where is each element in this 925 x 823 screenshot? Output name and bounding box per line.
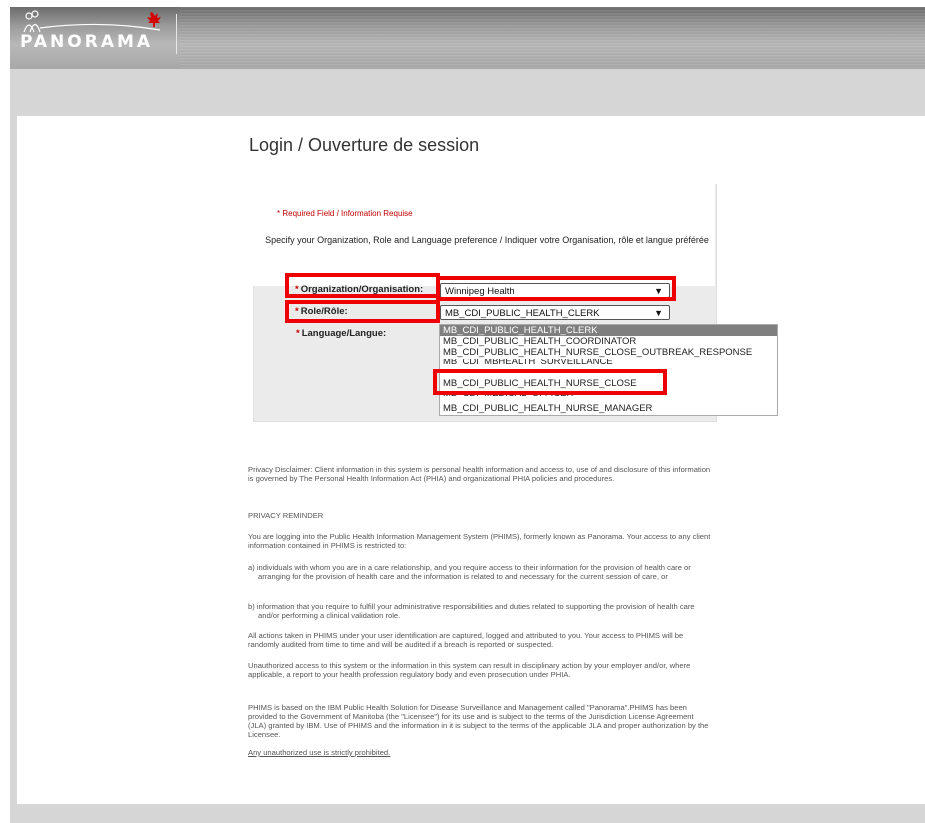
role-select-value: MB_CDI_PUBLIC_HEALTH_CLERK <box>445 308 600 319</box>
language-label: * Language/Langue: <box>296 328 386 339</box>
logo-text: PANORAMA <box>20 32 154 52</box>
role-select[interactable]: MB_CDI_PUBLIC_HEALTH_CLERK ▼ <box>440 305 670 320</box>
privacy-item-b: b) information that you require to fulfi… <box>248 602 695 620</box>
role-option[interactable]: MB_CDI_PUBLIC_HEALTH_CLERK <box>440 325 777 336</box>
privacy-disclaimer: Privacy Disclaimer: Client information i… <box>248 465 711 483</box>
panorama-logo: PANORAMA <box>20 8 170 58</box>
role-option[interactable]: MB_CDI_PUBLIC_HEALTH_NURSE_MANAGER <box>440 403 777 414</box>
highlight-role-label <box>285 300 440 323</box>
highlight-org-label <box>285 273 440 298</box>
unauthorized-use-link[interactable]: Any unauthorized use is strictly prohibi… <box>248 748 713 757</box>
privacy-paragraph: PHIMS is based on the IBM Public Health … <box>248 703 709 739</box>
highlight-org-select <box>436 276 676 301</box>
language-label-text: Language/Langue: <box>301 328 387 339</box>
chevron-down-icon: ▼ <box>654 308 663 318</box>
required-field-note: * Required Field / Information Requise <box>277 209 413 218</box>
required-star: * <box>296 328 300 339</box>
highlight-role-option <box>433 369 667 395</box>
privacy-paragraph: You are logging into the Public Health I… <box>248 532 711 550</box>
role-option[interactable]: MB_CDI_PUBLIC_HEALTH_NURSE_CLOSE_OUTBREA… <box>440 347 777 358</box>
privacy-paragraph: Unauthorized access to this system or th… <box>248 661 691 679</box>
page-title: Login / Ouverture de session <box>249 135 480 155</box>
privacy-paragraph: All actions taken in PHIMS under your us… <box>248 631 684 649</box>
instructions-text: Specify your Organization, Role and Lang… <box>265 235 709 245</box>
logo-divider <box>176 14 177 54</box>
privacy-reminder-heading: PRIVACY REMINDER <box>248 511 324 520</box>
role-option[interactable]: MB_CDI_PUBLIC_HEALTH_COORDINATOR <box>440 336 777 347</box>
role-option[interactable]: MB_CDI_MBHEALTH_SURVEILLANCE <box>440 359 777 365</box>
privacy-item-a: a) individuals with whom you are in a ca… <box>248 563 691 581</box>
